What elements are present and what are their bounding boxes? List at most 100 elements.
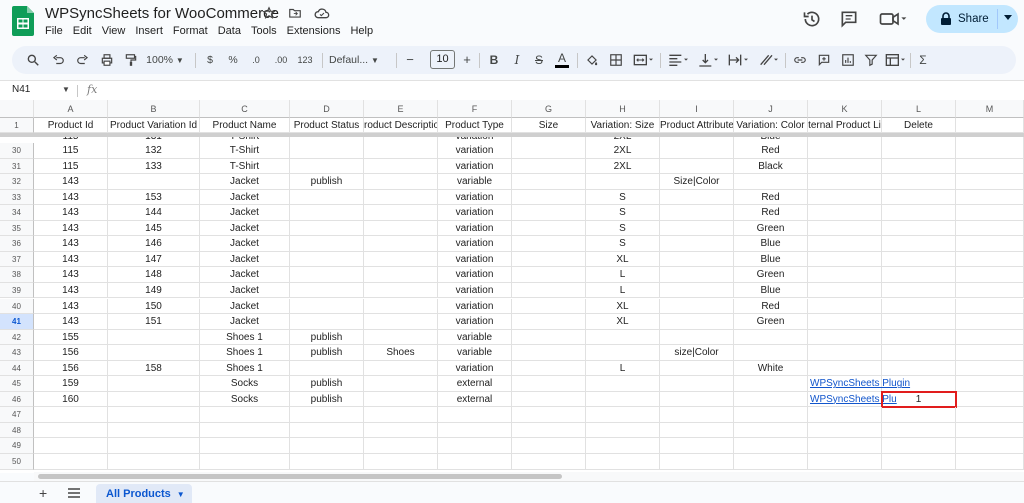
text-rotation-icon[interactable] [757,52,779,68]
cell-l43[interactable] [882,345,956,361]
cell-k32[interactable] [808,174,882,190]
cell-i32[interactable]: Size|Color [660,174,734,190]
cell-d48[interactable] [290,422,364,439]
cell-i48[interactable] [660,422,734,439]
cell-g46[interactable] [512,391,586,408]
cell-a40[interactable]: 143 [34,298,108,315]
header-cell-d[interactable]: Product Status [290,118,364,133]
cell-k37[interactable] [808,251,882,268]
cell-b47[interactable] [108,407,200,423]
undo-icon[interactable] [51,52,65,68]
increase-decimal-button[interactable]: .00 [271,52,291,68]
horizontal-scrollbar[interactable] [34,472,1024,481]
cell-i35[interactable] [660,220,734,237]
cell-g35[interactable] [512,220,586,237]
cell-l31[interactable] [882,158,956,175]
cell-a32[interactable]: 143 [34,174,108,190]
decrease-font-size-button[interactable]: − [404,52,416,68]
cell-g48[interactable] [512,422,586,439]
header-cell-i[interactable]: Product Attribute [660,118,734,133]
column-header-m[interactable]: M [956,100,1024,118]
cell-k30[interactable] [808,143,882,159]
cell-h47[interactable] [586,407,660,423]
menu-insert[interactable]: Insert [130,25,168,37]
cell-d44[interactable] [290,360,364,377]
cell-c46[interactable]: Socks [200,391,290,408]
cell-e43[interactable]: Shoes [364,345,438,361]
percent-format-button[interactable]: % [227,52,239,68]
cell-f32[interactable]: variable [438,174,512,190]
menu-extensions[interactable]: Extensions [282,25,346,37]
cell-g41[interactable] [512,314,586,330]
cell-h30[interactable]: 2XL [586,143,660,159]
cell-l49[interactable] [882,438,956,454]
cell-f34[interactable]: variation [438,205,512,221]
insert-link-icon[interactable] [793,52,807,68]
cell-g42[interactable] [512,329,586,346]
cell-j33[interactable]: Red [734,189,808,206]
row-header-42[interactable]: 42 [0,329,34,346]
cell-j43[interactable] [734,345,808,361]
row-header-48[interactable]: 48 [0,422,34,439]
cell-c40[interactable]: Jacket [200,298,290,315]
more-formats-button[interactable]: 123 [295,52,315,68]
cell-c31[interactable]: T-Shirt [200,158,290,175]
cell-f50[interactable] [438,454,512,470]
row-header-49[interactable]: 49 [0,438,34,454]
column-header-c[interactable]: C [200,100,290,118]
cell-d31[interactable] [290,158,364,175]
cell-h36[interactable]: S [586,236,660,252]
cell-m45[interactable] [956,376,1024,392]
cell-b49[interactable] [108,438,200,454]
cell-e30[interactable] [364,143,438,159]
cell-g47[interactable] [512,407,586,423]
cell-c48[interactable] [200,422,290,439]
cell-g45[interactable] [512,376,586,392]
cell-f46[interactable]: external [438,391,512,408]
cell-h50[interactable] [586,454,660,470]
cell-l39[interactable] [882,282,956,299]
row-header-44[interactable]: 44 [0,360,34,377]
cell-i39[interactable] [660,282,734,299]
add-sheet-button[interactable]: + [39,485,47,501]
cell-l42[interactable] [882,329,956,346]
cell-i45[interactable] [660,376,734,392]
menu-format[interactable]: Format [168,25,213,37]
cell-b46[interactable] [108,391,200,408]
header-cell-m[interactable] [956,118,1024,133]
cell-a42[interactable]: 155 [34,329,108,346]
cell-h31[interactable]: 2XL [586,158,660,175]
cell-b33[interactable]: 153 [108,189,200,206]
select-all-corner[interactable] [0,100,34,118]
cell-a48[interactable] [34,422,108,439]
cell-f41[interactable]: variation [438,314,512,330]
document-title[interactable]: WPSyncSheets for WooCommerce [45,5,279,22]
cell-h49[interactable] [586,438,660,454]
cell-b36[interactable]: 146 [108,236,200,252]
italic-button[interactable]: I [511,52,523,68]
header-cell-g[interactable]: Size [512,118,586,133]
header-cell-c[interactable]: Product Name [200,118,290,133]
cell-a36[interactable]: 143 [34,236,108,252]
cell-c41[interactable]: Jacket [200,314,290,330]
sheets-logo-icon[interactable] [12,6,34,36]
filter-icon[interactable] [864,52,878,68]
header-cell-j[interactable]: Variation: Color [734,118,808,133]
header-cell-b[interactable]: Product Variation Id [108,118,200,133]
cell-k44[interactable] [808,360,882,377]
cell-l37[interactable] [882,251,956,268]
cell-d34[interactable] [290,205,364,221]
font-size-input[interactable]: 10 [430,50,455,69]
cell-g31[interactable] [512,158,586,175]
header-cell-f[interactable]: Product Type [438,118,512,133]
cell-j42[interactable] [734,329,808,346]
cell-m47[interactable] [956,407,1024,423]
insert-comment-icon[interactable] [817,52,831,68]
decrease-decimal-button[interactable]: .0 [248,52,264,68]
cell-a38[interactable]: 143 [34,267,108,283]
cell-a47[interactable] [34,407,108,423]
cell-h34[interactable]: S [586,205,660,221]
row-header-40[interactable]: 40 [0,298,34,315]
cell-c33[interactable]: Jacket [200,189,290,206]
column-header-g[interactable]: G [512,100,586,118]
